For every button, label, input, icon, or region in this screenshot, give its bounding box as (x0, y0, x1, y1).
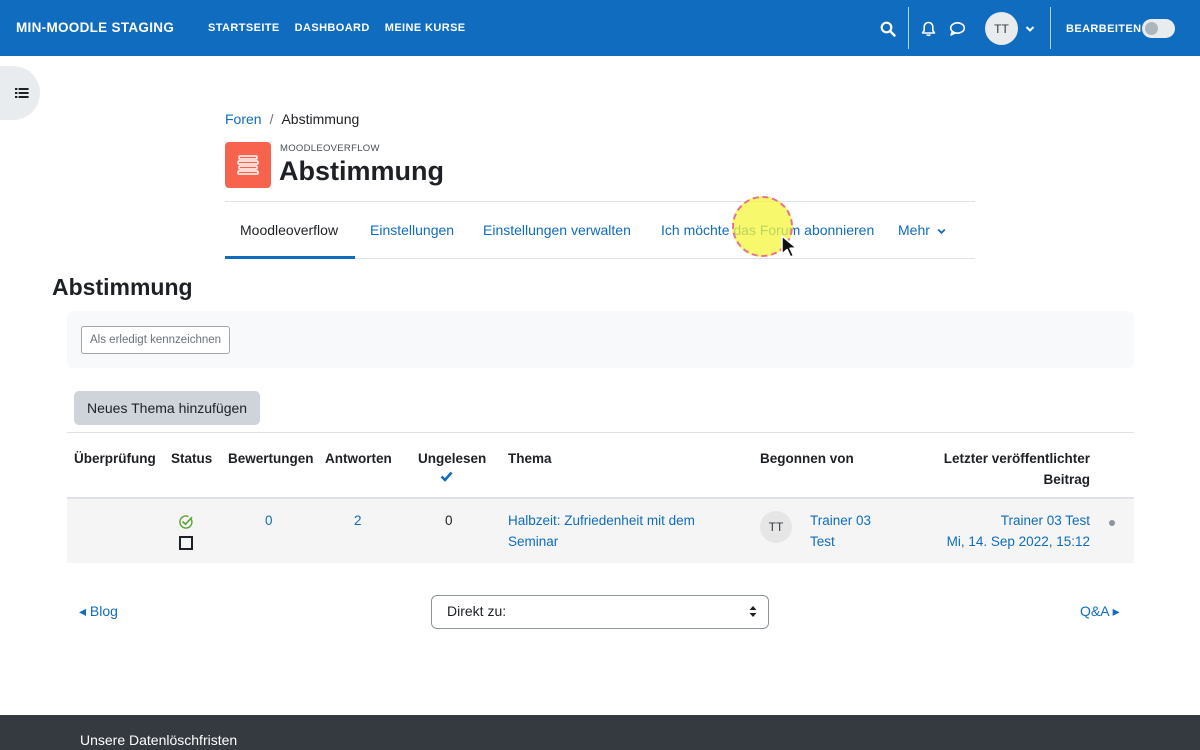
list-icon (15, 88, 29, 98)
top-navbar: MIN-MOODLE STAGING STARTSEITE DASHBOARD … (0, 0, 1200, 56)
next-activity-link[interactable]: Q&A ▸ (1080, 603, 1120, 620)
tab-more[interactable]: Mehr (898, 222, 946, 238)
checkmark-icon (440, 471, 453, 482)
activity-heading: Abstimmung (52, 274, 193, 300)
nav-link-my-courses[interactable]: MEINE KURSE (385, 22, 466, 34)
secondary-navigation: Moodleoverflow Einstellungen Einstellung… (225, 201, 975, 259)
author-link-line1: Trainer 03 (810, 513, 872, 528)
last-post-date: Mi, 14. Sep 2022, 15:12 (946, 534, 1090, 549)
breadcrumb-current: Abstimmung (281, 111, 360, 127)
toggle-knob (1145, 22, 1158, 35)
ratings-count[interactable]: 0 (265, 510, 273, 531)
column-header-last-post: Letzter veröffentlichter Beitrag (902, 448, 1090, 490)
breadcrumb-separator: / (269, 111, 274, 127)
author-avatar[interactable]: TT (760, 511, 792, 543)
edit-mode-label: BEARBEITEN (1066, 23, 1142, 35)
topic-link-line1: Halbzeit: Zufriedenheit mit dem (508, 513, 695, 528)
active-tab-indicator (225, 256, 355, 259)
site-brand[interactable]: MIN-MOODLE STAGING (16, 20, 174, 35)
navbar-divider (908, 7, 909, 49)
breadcrumb-forums[interactable]: Foren (225, 111, 262, 127)
tab-settings[interactable]: Einstellungen (370, 222, 454, 238)
module-type-label: MOODLEOVERFLOW (280, 143, 380, 154)
page-title: Abstimmung (279, 156, 444, 186)
user-avatar[interactable]: TT (985, 12, 1018, 45)
column-header-replies: Antworten (325, 451, 392, 466)
mark-as-done-button[interactable]: Als erledigt kennzeichnen (81, 326, 231, 354)
previous-activity-link[interactable]: ◂ Blog (79, 603, 118, 620)
last-post-author: Trainer 03 Test (1000, 513, 1090, 528)
nav-link-dashboard[interactable]: DASHBOARD (295, 22, 370, 34)
author-link[interactable]: Trainer 03 Test (810, 510, 871, 552)
course-index-drawer-button[interactable] (0, 66, 40, 120)
column-header-last-post-line1: Letzter veröffentlichter (943, 451, 1090, 466)
author-link-line2: Test (810, 534, 835, 549)
discussion-table: Überprüfung Status Bewertungen Antworten… (67, 432, 1134, 563)
column-header-status: Status (171, 451, 213, 466)
unread-count: 0 (445, 513, 453, 528)
page-footer: Unsere Datenlöschfristen (0, 715, 1200, 750)
column-header-started-by: Begonnen von (760, 451, 854, 466)
unread-dot (1109, 520, 1115, 526)
nav-link-home[interactable]: STARTSEITE (208, 22, 280, 34)
last-post-link[interactable]: Trainer 03 Test Mi, 14. Sep 2022, 15:12 (902, 510, 1090, 552)
activity-completion-box: Als erledigt kennzeichnen (67, 311, 1134, 368)
replies-count[interactable]: 2 (354, 510, 362, 531)
breadcrumb: Foren / Abstimmung (225, 111, 359, 127)
chat-icon[interactable] (949, 21, 966, 37)
topic-link[interactable]: Halbzeit: Zufriedenheit mit dem Seminar (508, 510, 728, 552)
bell-icon[interactable] (921, 21, 936, 37)
search-icon[interactable] (880, 21, 896, 37)
data-retention-link[interactable]: Unsere Datenlöschfristen (80, 732, 237, 748)
column-header-last-post-line2: Beitrag (1043, 472, 1090, 487)
column-header-unread: Ungelesen (418, 451, 487, 466)
jump-to-label: Direkt zu: (447, 603, 507, 619)
tab-more-label: Mehr (898, 222, 930, 238)
jump-to-select[interactable]: Direkt zu: (431, 595, 769, 629)
primary-navigation: STARTSEITE DASHBOARD MEINE KURSE (208, 22, 466, 34)
check-circle-icon (179, 515, 193, 529)
table-row: 0 2 0 Halbzeit: Zufriedenheit mit dem Se… (67, 499, 1134, 563)
navbar-divider (1050, 7, 1051, 49)
column-header-topic: Thema (508, 451, 552, 466)
add-new-topic-button[interactable]: Neues Thema hinzufügen (74, 391, 261, 425)
tab-moodleoverflow[interactable]: Moodleoverflow (240, 222, 338, 238)
column-header-ratings: Bewertungen (228, 451, 314, 466)
table-header: Überprüfung Status Bewertungen Antworten… (67, 432, 1134, 499)
topic-link-line2: Seminar (508, 534, 559, 549)
chevron-down-icon (937, 228, 946, 235)
select-arrows-icon (749, 606, 757, 617)
edit-mode-toggle[interactable] (1142, 19, 1175, 38)
status-checkbox[interactable] (179, 536, 193, 550)
moodleoverflow-icon (225, 142, 271, 188)
column-header-review: Überprüfung (74, 451, 156, 466)
chevron-down-icon[interactable] (1025, 25, 1035, 33)
mouse-cursor-icon (781, 235, 798, 258)
tab-manage-settings[interactable]: Einstellungen verwalten (483, 222, 631, 238)
